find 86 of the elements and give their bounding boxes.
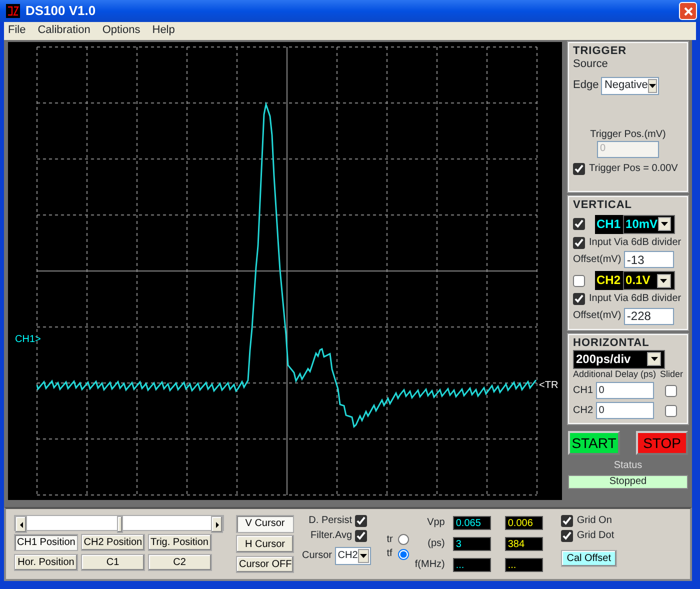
trigger-marker: <TR xyxy=(539,380,558,392)
app-icon xyxy=(6,4,20,18)
status-label: Status xyxy=(612,460,644,472)
channel-marker: CH1> xyxy=(15,334,41,346)
edge-dropdown[interactable]: Negative xyxy=(601,76,660,95)
delay-field[interactable]: 0 xyxy=(596,402,654,420)
position-button[interactable]: Trig. Position xyxy=(148,534,212,551)
window-title: DS100 V1.0 xyxy=(26,3,96,19)
trigger-pos-label: Trigger Pos.(mV) xyxy=(589,128,667,141)
section-title: HORIZONTAL xyxy=(573,336,650,350)
checkbox[interactable] xyxy=(354,530,367,542)
offset-field[interactable]: -228 xyxy=(624,308,674,325)
channel-label: CH1 xyxy=(573,384,594,397)
checkbox-label: Filter.Avg xyxy=(310,530,352,542)
channel-label: CH2 xyxy=(573,404,594,417)
edge-label: Edge xyxy=(573,79,599,92)
slider-label: Slider xyxy=(660,368,683,380)
checkbox[interactable] xyxy=(573,274,585,287)
caret-icon xyxy=(358,549,369,564)
channel-label: CH1 xyxy=(594,214,623,234)
checkbox[interactable] xyxy=(664,404,677,417)
section-title: VERTICAL xyxy=(573,199,633,212)
readout-field: 3 xyxy=(452,536,491,551)
menu-item[interactable]: Help xyxy=(152,24,175,38)
measure-label: f(MHz) xyxy=(414,558,445,571)
source-label: Source xyxy=(573,58,609,72)
checkbox-label: Input Via 6dB divider xyxy=(589,236,682,249)
caret-icon xyxy=(647,352,661,366)
cursor-button[interactable]: V Cursor xyxy=(236,515,294,532)
horizontal-scrollbar[interactable] xyxy=(14,515,224,531)
checkbox[interactable] xyxy=(560,515,573,527)
menu-item[interactable]: Calibration xyxy=(38,24,90,38)
checkbox[interactable] xyxy=(573,236,585,249)
checkbox[interactable] xyxy=(573,292,585,305)
measure-label: (ps) xyxy=(426,538,445,550)
start-button[interactable]: START xyxy=(568,430,620,455)
cal-offset-button[interactable]: Cal Offset xyxy=(560,550,617,567)
offset-field[interactable]: -13 xyxy=(624,251,674,268)
menu-item[interactable]: File xyxy=(8,24,26,38)
position-button[interactable]: C1 xyxy=(80,554,145,570)
checkbox[interactable] xyxy=(573,163,585,176)
checkbox-label: D. Persist xyxy=(308,515,352,527)
cursor-button[interactable]: Cursor OFF xyxy=(236,556,294,573)
scale-dropdown[interactable]: 0.1V xyxy=(622,271,675,290)
menu-item[interactable]: Options xyxy=(102,24,140,38)
cursor-label: Cursor xyxy=(302,550,332,562)
radio-label: tr xyxy=(386,534,393,546)
checkbox[interactable] xyxy=(573,218,585,230)
stop-button[interactable]: STOP xyxy=(636,430,688,455)
cursor-button[interactable]: H Cursor xyxy=(236,535,294,553)
cursor-dropdown[interactable]: CH2 xyxy=(334,547,371,566)
radio-label: tf xyxy=(386,548,392,560)
checkbox[interactable] xyxy=(560,530,573,542)
caret-icon xyxy=(658,217,671,232)
readout-field: ... xyxy=(452,558,491,572)
radio-button[interactable] xyxy=(398,534,410,546)
checkbox-label: Trigger Pos = 0.00V xyxy=(589,163,678,176)
caret-icon xyxy=(648,78,658,93)
readout-field: 0.006 xyxy=(504,516,543,530)
position-button[interactable]: CH1 Position xyxy=(14,534,78,551)
close-icon[interactable] xyxy=(684,6,692,16)
section-title: TRIGGER xyxy=(573,45,628,58)
position-button[interactable]: CH2 Position xyxy=(80,534,145,551)
scroll-thumb[interactable] xyxy=(117,516,123,533)
offset-label: Offset(mV) xyxy=(573,254,622,266)
checkbox[interactable] xyxy=(664,384,677,397)
readout-field: ... xyxy=(504,558,543,572)
radio-button[interactable] xyxy=(398,548,409,560)
position-button[interactable]: C2 xyxy=(148,554,212,570)
caret-icon xyxy=(656,274,671,288)
timebase-dropdown[interactable]: 200ps/div xyxy=(573,350,665,369)
delay-field[interactable]: 0 xyxy=(596,382,654,400)
checkbox-label: Input Via 6dB divider xyxy=(589,292,682,305)
offset-label: Offset(mV) xyxy=(573,310,622,322)
status-field: Stopped xyxy=(568,475,688,490)
readout-field: 0.065 xyxy=(452,516,491,530)
scale-dropdown[interactable]: 10mV xyxy=(622,214,675,234)
measure-label: Vpp xyxy=(426,517,445,530)
checkbox-label: Grid On xyxy=(576,515,612,527)
position-button[interactable]: Hor. Position xyxy=(14,554,78,570)
channel-label: CH2 xyxy=(594,271,623,290)
readout-field: 384 xyxy=(504,536,543,551)
checkbox-label: Grid Dot xyxy=(576,530,614,542)
close-button[interactable] xyxy=(679,2,697,20)
delay-label: Additional Delay (ps) xyxy=(573,368,656,380)
checkbox[interactable] xyxy=(354,515,367,527)
